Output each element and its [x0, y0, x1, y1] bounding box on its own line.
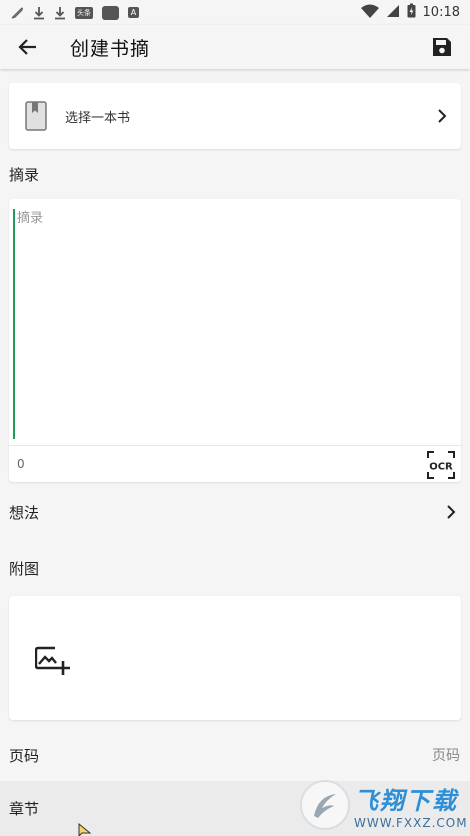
app-square-icon: [102, 5, 119, 20]
news-app-icon: 头条: [75, 6, 93, 19]
app-bar: 创建书摘: [0, 25, 470, 69]
ocr-label: OCR: [429, 462, 453, 473]
chevron-right-icon: [446, 505, 456, 519]
clock-time: 10:18: [422, 5, 460, 20]
watermark-subtitle: WWW.FXXZ.COM: [354, 815, 468, 830]
floppy-disk-icon: [433, 38, 451, 56]
download-icon: [33, 6, 45, 20]
save-button[interactable]: [414, 25, 470, 69]
attachment-card: [9, 596, 461, 720]
watermark: 飞翔下载 WWW.FXXZ.COM: [300, 774, 470, 836]
cursor-icon: [78, 823, 92, 836]
page-title: 创建书摘: [70, 37, 151, 60]
page-number-label: 页码: [9, 746, 40, 765]
arrow-left-icon: [18, 39, 36, 55]
page-number-input[interactable]: 页码: [432, 745, 460, 765]
battery-charging-icon: [407, 3, 416, 22]
watermark-logo-icon: [300, 780, 350, 830]
back-button[interactable]: [0, 25, 56, 69]
divider: [9, 445, 461, 446]
wifi-icon: [360, 4, 379, 22]
thoughts-label: 想法: [9, 503, 40, 522]
thoughts-row[interactable]: 想法: [0, 486, 470, 538]
notification-icons: 头条 A: [10, 5, 139, 20]
excerpt-card: 0 OCR: [9, 199, 461, 482]
excerpt-section-label: 摘录: [9, 166, 40, 184]
ocr-scan-icon: OCR: [427, 451, 455, 479]
feather-icon: [10, 6, 24, 20]
chevron-right-icon: [437, 109, 447, 123]
book-icon: [25, 101, 47, 131]
status-bar: 头条 A 10:18: [0, 0, 470, 25]
chapter-label: 章节: [9, 800, 40, 818]
character-count: 0: [17, 457, 25, 471]
signal-icon: [386, 4, 400, 22]
download-icon: [54, 6, 66, 20]
watermark-title: 飞翔下载: [354, 786, 458, 815]
excerpt-input[interactable]: [13, 209, 453, 439]
add-image-button[interactable]: [34, 644, 71, 676]
add-photo-icon: [34, 646, 70, 675]
attachment-section-label: 附图: [9, 560, 40, 578]
a-letter-icon: A: [128, 7, 139, 18]
ocr-scan-button[interactable]: OCR: [427, 451, 455, 479]
select-book-label: 选择一本书: [65, 110, 131, 126]
select-book-card[interactable]: 选择一本书: [9, 83, 461, 149]
